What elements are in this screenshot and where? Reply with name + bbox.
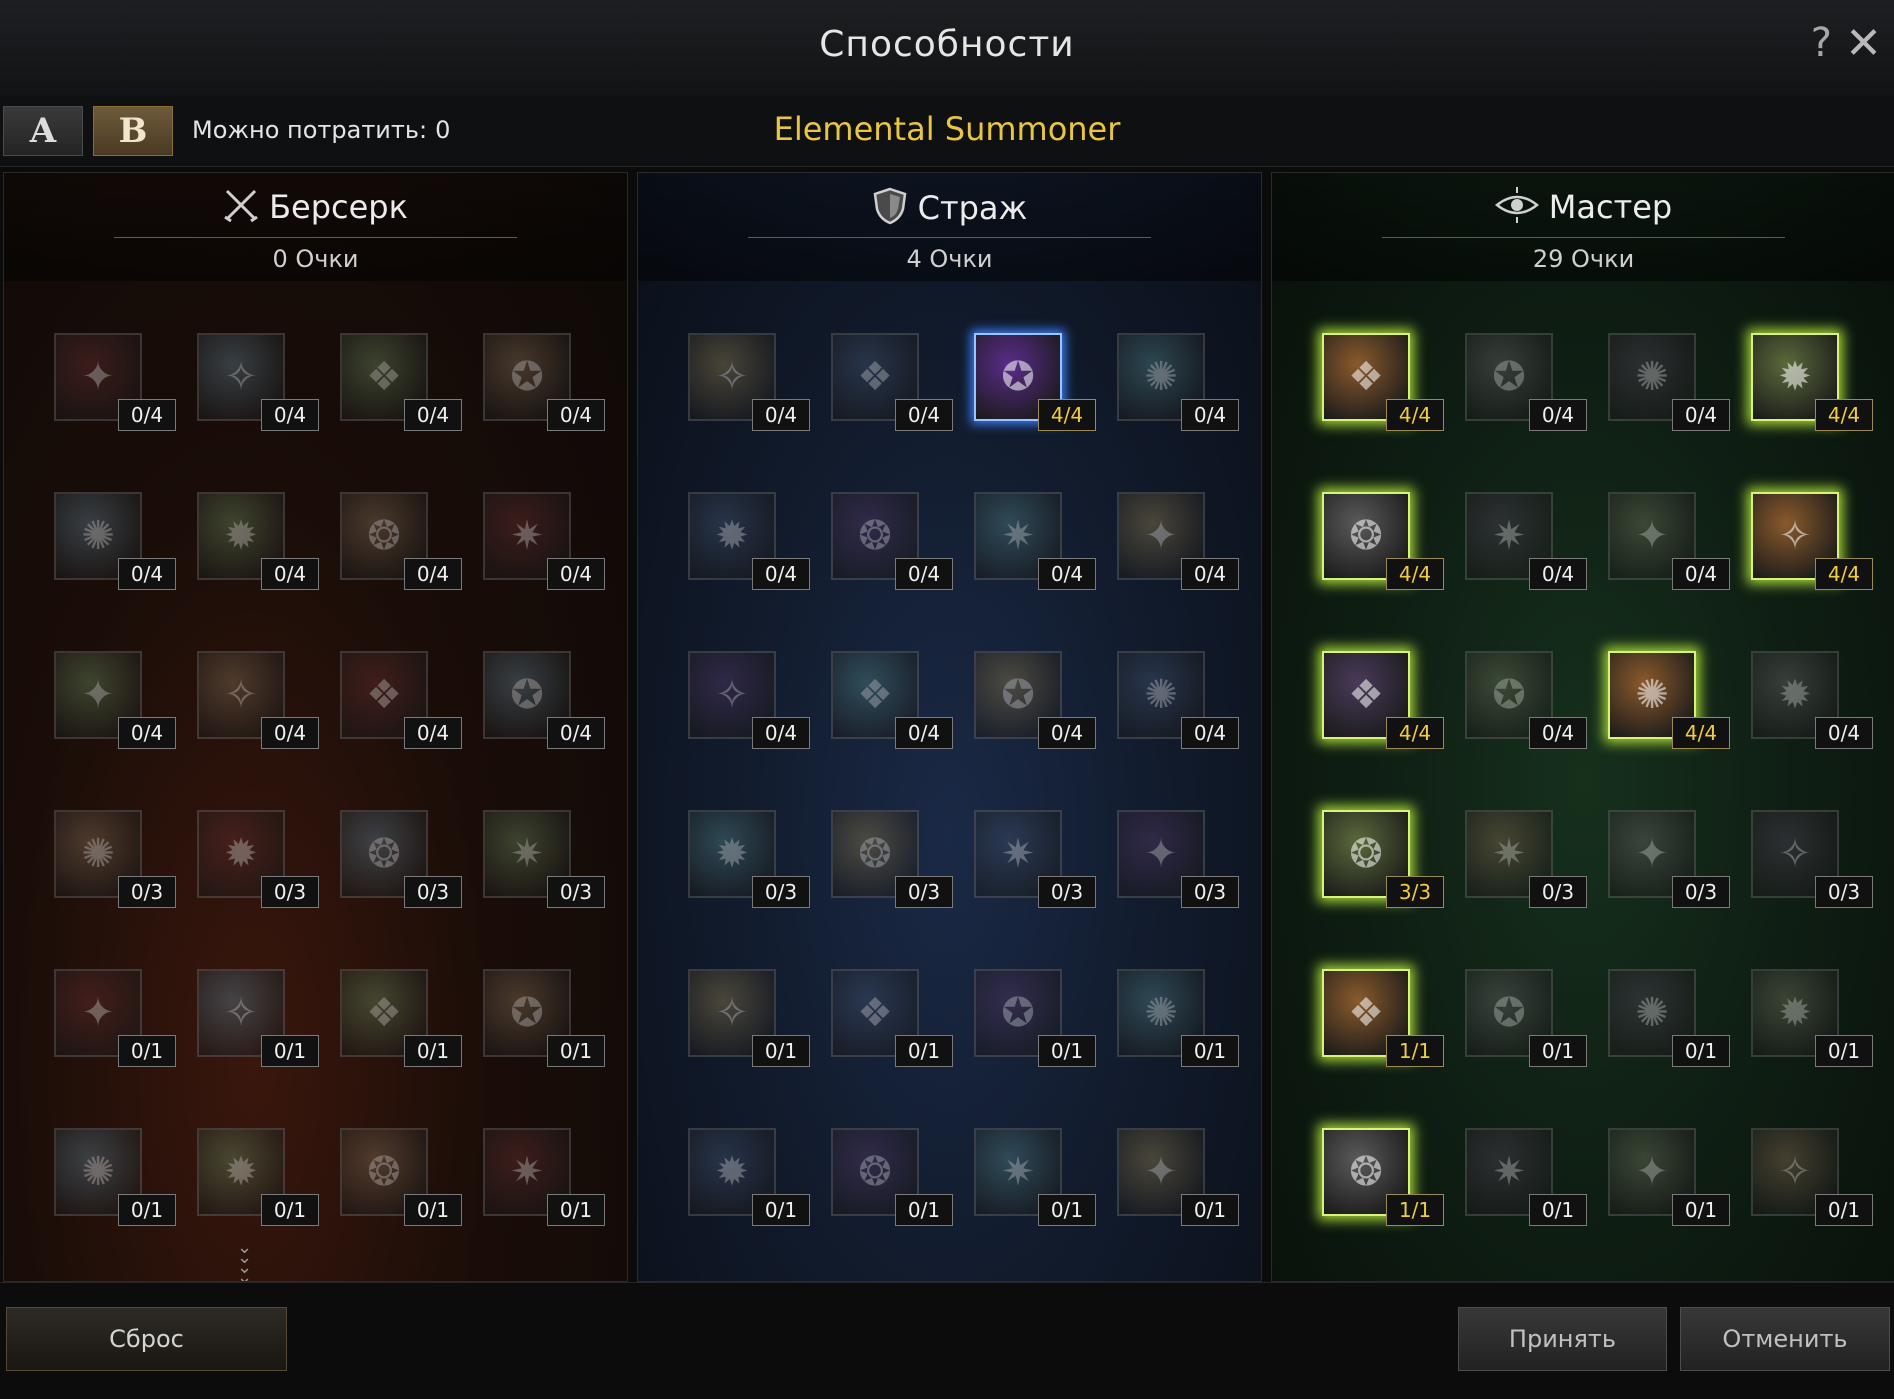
skill-level: 0/1 [547,1194,605,1226]
skill-level: 0/3 [1815,876,1873,908]
skill-level: 0/1 [1815,1194,1873,1226]
skill-level: 0/1 [895,1194,953,1226]
skill-level: 4/4 [1815,399,1873,431]
skill-level: 0/1 [404,1035,462,1067]
tree-panel-master: Мастер 29 Очки ❖ 4/4 ✪ 0/4 ✺ 0/4 ✹ 4/4 ❂ 4/4 ✷ 0/4 ✦… [1271,172,1894,1282]
skill-level: 4/4 [1386,558,1444,590]
tree-header: Берсерк 0 Очки [4,173,627,281]
skill-toolbar: A B Можно потратить: 0 Elemental Summoner [0,96,1894,167]
accept-button[interactable]: Принять [1458,1307,1667,1371]
skill-level: 0/1 [752,1194,810,1226]
skill-level: 0/3 [895,876,953,908]
skill-level: 0/3 [1181,876,1239,908]
footer-bar: Сброс Принять Отменить [0,1282,1894,1399]
skill-level: 0/4 [1038,717,1096,749]
skill-level: 0/1 [1181,1194,1239,1226]
tree-name: Страж [917,189,1028,227]
skill-level: 0/4 [1529,558,1587,590]
skill-level: 0/4 [261,399,319,431]
skill-level: 0/4 [1815,717,1873,749]
skill-level: 0/1 [1038,1194,1096,1226]
skill-level: 3/3 [1386,876,1444,908]
skill-level: 0/4 [1181,558,1239,590]
skill-level: 0/4 [118,717,176,749]
tree-header: Мастер 29 Очки [1272,173,1894,281]
skill-level: 0/1 [895,1035,953,1067]
skill-level: 0/3 [118,876,176,908]
skill-level: 0/4 [118,399,176,431]
skill-level: 0/4 [1529,399,1587,431]
close-button[interactable]: ✕ [1845,18,1882,69]
skill-level: 0/4 [404,399,462,431]
skill-level: 4/4 [1815,558,1873,590]
skill-level: 0/4 [1672,399,1730,431]
skill-level: 0/1 [547,1035,605,1067]
skill-level: 0/3 [547,876,605,908]
tree-points: 29 Очки [1532,245,1635,273]
crossed-swords-icon [223,187,259,231]
skill-level: 0/3 [261,876,319,908]
cancel-button[interactable]: Отменить [1680,1307,1890,1371]
skill-level: 0/3 [1672,876,1730,908]
skill-level: 0/4 [547,558,605,590]
skill-level: 0/1 [118,1194,176,1226]
skill-level: 0/1 [1672,1035,1730,1067]
skill-level: 0/1 [1672,1194,1730,1226]
tree-points: 0 Очки [272,245,359,273]
window-title: Способности [819,24,1075,65]
skill-level: 0/1 [752,1035,810,1067]
skill-level: 0/4 [547,399,605,431]
skill-level: 0/1 [1038,1035,1096,1067]
skill-level: 0/4 [261,717,319,749]
skill-level: 0/1 [261,1194,319,1226]
skill-level: 0/4 [118,558,176,590]
shield-icon [872,187,908,233]
skill-level: 0/4 [1181,399,1239,431]
tree-panel-berserk: Берсерк 0 Очки ⌄ ⌄ ⌄ ⌄ ✦ 0/4 ✧ 0/4 ❖ 0/4 ✪ 0/4 ✺ 0/4… [3,172,628,1282]
skill-level: 0/4 [547,717,605,749]
skill-level: 0/4 [404,558,462,590]
skill-level: 4/4 [1386,399,1444,431]
skill-level: 0/1 [1181,1035,1239,1067]
title-bar: Способности ? ✕ [0,0,1894,97]
skill-level: 0/1 [261,1035,319,1067]
skill-level: 0/1 [1815,1035,1873,1067]
skill-level: 0/4 [752,717,810,749]
tree-header: Страж 4 Очки [638,173,1261,281]
skill-level: 0/4 [895,399,953,431]
skill-level: 0/3 [404,876,462,908]
help-button[interactable]: ? [1811,20,1832,66]
class-name: Elemental Summoner [773,110,1121,148]
reset-button[interactable]: Сброс [6,1307,287,1371]
skill-level: 0/1 [404,1194,462,1226]
skill-level: 0/4 [1529,717,1587,749]
tree-panel-guardian: Страж 4 Очки ✧ 0/4 ❖ 0/4 ✪ 4/4 ✺ 0/4 ✹ 0/4 ❂ 0/4 ✷ 0/… [637,172,1262,1282]
skill-level: 4/4 [1038,399,1096,431]
skill-level: 1/1 [1386,1035,1444,1067]
skill-level: 0/4 [1038,558,1096,590]
skill-level: 0/4 [895,558,953,590]
skill-level: 1/1 [1386,1194,1444,1226]
tree-name: Берсерк [269,188,408,226]
skill-level: 0/3 [752,876,810,908]
tree-points: 4 Очки [906,245,993,273]
skill-level: 0/4 [752,399,810,431]
skill-level: 4/4 [1672,717,1730,749]
skill-level: 0/4 [404,717,462,749]
tree-name: Мастер [1548,188,1673,226]
skill-level: 0/3 [1529,876,1587,908]
skill-level: 0/1 [1529,1194,1587,1226]
skill-level: 0/4 [752,558,810,590]
skill-level: 4/4 [1386,717,1444,749]
eye-icon [1494,187,1539,231]
skill-level: 0/4 [1181,717,1239,749]
skill-level: 0/4 [261,558,319,590]
skill-level: 0/3 [1038,876,1096,908]
skill-level: 0/4 [1672,558,1730,590]
skill-level: 0/4 [895,717,953,749]
chevron-down-icon: ⌄ ⌄ ⌄ ⌄ [237,1237,253,1282]
skill-level: 0/1 [118,1035,176,1067]
skill-level: 0/1 [1529,1035,1587,1067]
